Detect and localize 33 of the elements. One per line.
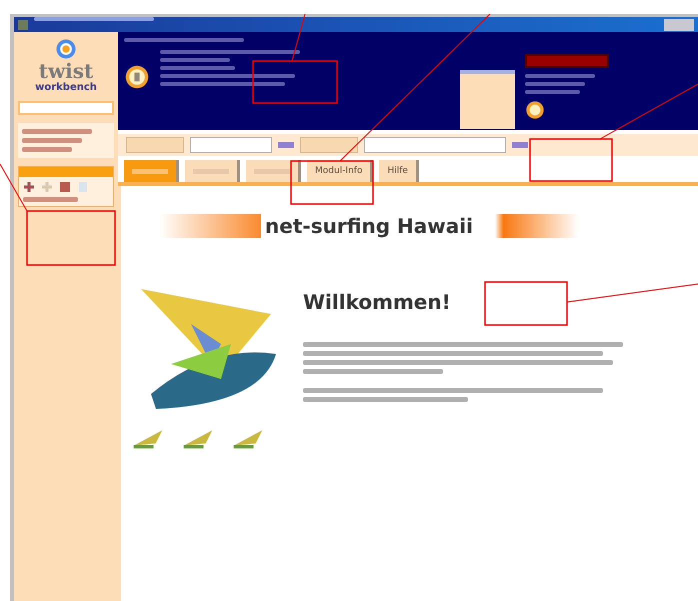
tab[interactable] [124, 160, 179, 182]
plus-icon[interactable] [23, 181, 35, 193]
blurred-text-drawing [23, 197, 78, 202]
leader-line [0, 164, 28, 212]
label-button[interactable] [300, 137, 358, 153]
sun-icon [525, 100, 545, 120]
welcome-heading: Willkommen! [303, 290, 451, 314]
window-buttons-icon[interactable] [664, 18, 694, 30]
square-icon[interactable] [59, 181, 71, 193]
app-icon [18, 20, 28, 30]
link[interactable] [512, 142, 528, 148]
tab[interactable]: Hilfe [379, 160, 419, 182]
blurred-text-drawing [22, 129, 92, 152]
tab[interactable]: Modul-Info [307, 160, 374, 182]
dropdown[interactable] [190, 137, 272, 153]
logo-text: twist [38, 60, 94, 82]
dropdown[interactable] [364, 137, 506, 153]
windsurfer-icon [231, 428, 265, 450]
logo-subtitle: workbench [35, 82, 97, 93]
logo-thumbnail [460, 70, 515, 129]
windsurfer-icon [131, 428, 165, 450]
sun-icon [124, 64, 150, 90]
header-button[interactable] [525, 54, 609, 68]
windsurfer-icon [181, 428, 215, 450]
blurred-text-drawing [525, 74, 595, 94]
input-field[interactable] [18, 101, 114, 115]
tab[interactable] [246, 160, 301, 182]
page-icon[interactable] [77, 181, 89, 193]
tab[interactable] [185, 160, 240, 182]
leader-line [292, 14, 306, 62]
flower-logo-icon [55, 38, 77, 60]
link[interactable] [278, 142, 294, 148]
label-button[interactable] [126, 137, 184, 153]
